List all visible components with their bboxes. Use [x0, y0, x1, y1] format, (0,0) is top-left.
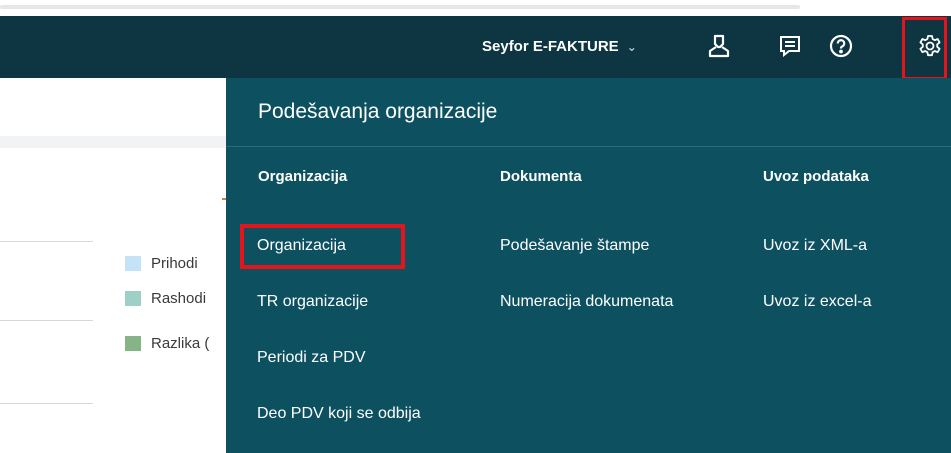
legend-item-razlika: Razlika ( [125, 335, 209, 352]
legend-swatch [125, 291, 141, 306]
organizacija-highlight-box [240, 224, 405, 269]
menu-link-uvoz-iz-xml[interactable]: Uvoz iz XML-a [763, 237, 867, 255]
organization-switcher[interactable]: Seyfor E-FAKTURE ⌄ [482, 38, 637, 55]
panel-divider [226, 146, 951, 147]
chart-gridline [0, 241, 93, 242]
help-icon[interactable] [825, 30, 857, 62]
column-heading-organizacija: Organizacija [258, 168, 348, 185]
menu-link-periodi-za-pdv[interactable]: Periodi za PDV [257, 349, 366, 367]
legend-label: Prihodi [151, 255, 198, 272]
menu-link-podesavanje-stampe[interactable]: Podešavanje štampe [500, 237, 649, 255]
legend-label: Rashodi [151, 290, 207, 307]
chart-gridline [0, 320, 93, 321]
chevron-down-icon: ⌄ [626, 39, 637, 54]
gear-highlight-box [902, 17, 947, 80]
legend-swatch [125, 336, 141, 351]
page-toolbar-area [0, 78, 226, 136]
app-header: Seyfor E-FAKTURE ⌄ [0, 16, 951, 78]
legend-swatch [125, 256, 141, 271]
legend-label: Razlika ( [151, 335, 210, 352]
menu-link-tr-organizacije[interactable]: TR organizacije [257, 293, 368, 311]
chart-gridline [0, 403, 93, 404]
horizontal-scrollbar[interactable] [0, 5, 800, 9]
organization-name: Seyfor E-FAKTURE [482, 38, 619, 55]
top-strip [0, 0, 951, 16]
user-icon[interactable] [703, 30, 735, 62]
panel-title: Podešavanja organizacije [258, 100, 498, 123]
legend-item-prihodi: Prihodi [125, 255, 198, 272]
menu-link-numeracija-dokumenata[interactable]: Numeracija dokumenata [500, 293, 673, 311]
column-heading-dokumenta: Dokumenta [500, 168, 582, 185]
column-heading-uvoz-podataka: Uvoz podataka [763, 168, 869, 185]
messages-icon[interactable] [774, 30, 806, 62]
menu-link-uvoz-iz-excel[interactable]: Uvoz iz excel-a [763, 293, 871, 311]
menu-link-deo-pdv[interactable]: Deo PDV koji se odbija [257, 405, 421, 423]
legend-item-rashodi: Rashodi [125, 290, 206, 307]
